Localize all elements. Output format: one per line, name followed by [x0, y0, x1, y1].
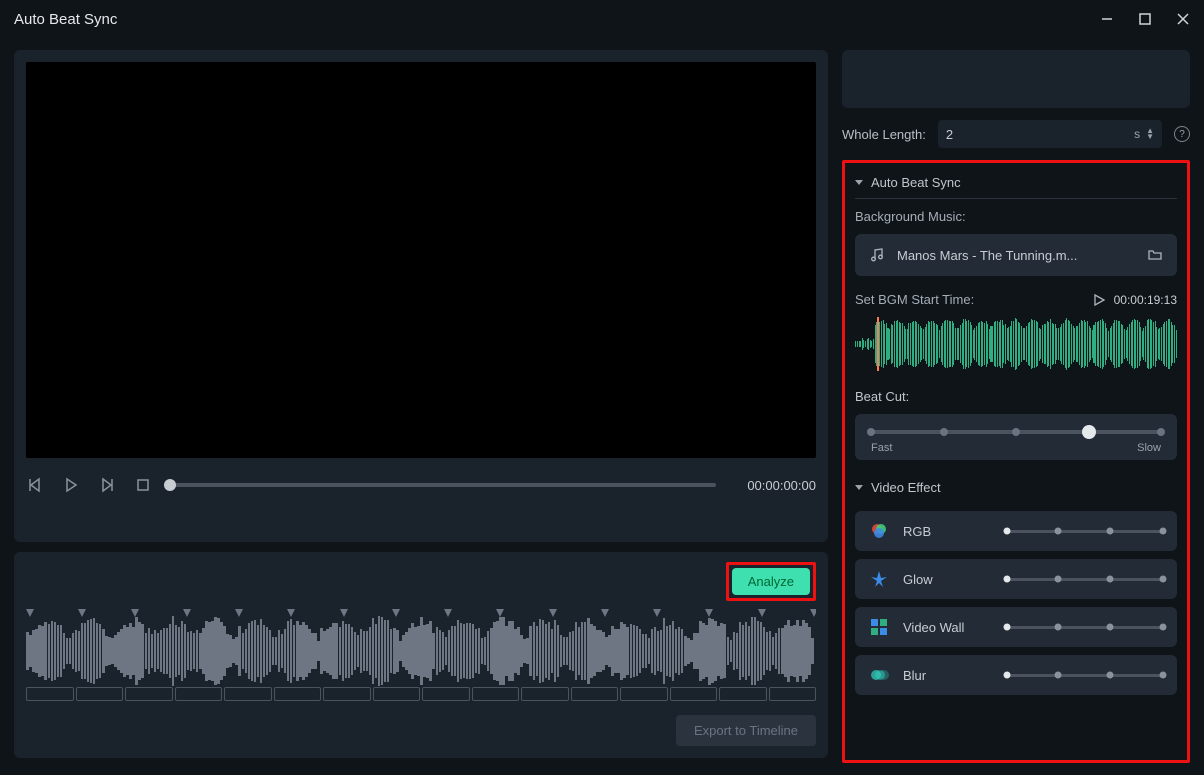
length-stepper[interactable]: ▲▼ [1146, 128, 1154, 140]
timeline-segment[interactable] [175, 687, 223, 701]
effect-name: Glow [903, 572, 993, 587]
beat-marker-icon[interactable] [653, 609, 659, 619]
timeline-segment[interactable] [422, 687, 470, 701]
whole-length-input[interactable]: 2 s ▲▼ [938, 120, 1162, 148]
timeline-segment[interactable] [719, 687, 767, 701]
timeline-segment[interactable] [620, 687, 668, 701]
preview-scrubber[interactable] [170, 483, 716, 487]
beat-marker-icon[interactable] [444, 609, 450, 619]
analyze-button[interactable]: Analyze [732, 568, 810, 595]
beat-marker-icon[interactable] [758, 609, 764, 619]
right-top-panel [842, 50, 1190, 108]
beat-marker-icon[interactable] [26, 609, 32, 619]
beat-marker-icon[interactable] [287, 609, 293, 619]
timeline-segment[interactable] [323, 687, 371, 701]
effect-name: Video Wall [903, 620, 993, 635]
effect-slider[interactable] [1007, 674, 1163, 677]
effect-slider[interactable] [1007, 626, 1163, 629]
beat-marker-icon[interactable] [549, 609, 555, 619]
beat-cut-handle[interactable] [1082, 425, 1096, 439]
window-title: Auto Beat Sync [14, 11, 117, 28]
background-music-file[interactable]: Manos Mars - The Tunning.m... [855, 234, 1177, 276]
beat-marker-icon[interactable] [601, 609, 607, 619]
video-effect-list: RGB Glow Video Wall Blur [855, 511, 1177, 695]
video-effect-item[interactable]: Blur [855, 655, 1177, 695]
beat-marker-icon[interactable] [183, 609, 189, 619]
timeline-segment[interactable] [670, 687, 718, 701]
auto-beat-sync-title: Auto Beat Sync [871, 175, 961, 190]
effect-name: Blur [903, 668, 993, 683]
preview-controls: 00:00:00:00 [26, 458, 816, 494]
whole-length-row: Whole Length: 2 s ▲▼ ? [842, 120, 1190, 148]
bgm-start-time: 00:00:19:13 [1114, 293, 1177, 307]
timeline-segment[interactable] [224, 687, 272, 701]
effect-icon [869, 521, 889, 541]
video-effect-item[interactable]: Glow [855, 559, 1177, 599]
effect-icon [869, 569, 889, 589]
whole-length-value: 2 [946, 127, 953, 142]
beat-marker-icon[interactable] [235, 609, 241, 619]
beat-slow-label: Slow [1137, 442, 1161, 454]
music-note-icon [869, 247, 885, 263]
folder-icon[interactable] [1147, 247, 1163, 263]
scrubber-handle[interactable] [164, 479, 176, 491]
video-effect-item[interactable]: Video Wall [855, 607, 1177, 647]
side-panel-highlight: Auto Beat Sync Background Music: Manos M… [842, 160, 1190, 763]
video-effect-item[interactable]: RGB [855, 511, 1177, 551]
beat-marker-icon[interactable] [78, 609, 84, 619]
beat-cut-slider[interactable] [871, 430, 1161, 434]
prev-frame-button[interactable] [26, 476, 44, 494]
bgm-waveform[interactable] [855, 317, 1177, 371]
next-frame-button[interactable] [98, 476, 116, 494]
beat-marker-icon[interactable] [810, 609, 816, 619]
beat-cut-slider-panel: Fast Slow [855, 414, 1177, 460]
effect-icon [869, 617, 889, 637]
music-file-name: Manos Mars - The Tunning.m... [897, 248, 1135, 263]
timeline-panel: Analyze Export to Timeline [14, 552, 828, 758]
whole-length-unit: s [1134, 127, 1140, 141]
stop-button[interactable] [134, 476, 152, 494]
video-effect-section-header[interactable]: Video Effect [855, 476, 1177, 503]
minimize-icon[interactable] [1100, 12, 1114, 26]
background-music-label: Background Music: [855, 209, 1177, 224]
timeline-segment[interactable] [26, 687, 74, 701]
timeline-waveform[interactable] [26, 609, 816, 701]
beat-marker-icon[interactable] [392, 609, 398, 619]
play-button[interactable] [62, 476, 80, 494]
caret-down-icon [855, 485, 863, 490]
beat-marker-icon[interactable] [340, 609, 346, 619]
video-effect-title: Video Effect [871, 480, 941, 495]
close-icon[interactable] [1176, 12, 1190, 26]
beat-fast-label: Fast [871, 442, 892, 454]
titlebar: Auto Beat Sync [0, 0, 1204, 38]
timeline-segment[interactable] [769, 687, 817, 701]
timeline-segment[interactable] [373, 687, 421, 701]
timeline-segment[interactable] [521, 687, 569, 701]
analyze-highlight: Analyze [726, 562, 816, 601]
effect-slider[interactable] [1007, 530, 1163, 533]
timeline-segment[interactable] [76, 687, 124, 701]
effect-icon [869, 665, 889, 685]
effect-name: RGB [903, 524, 993, 539]
timeline-segment[interactable] [274, 687, 322, 701]
auto-beat-sync-section-header[interactable]: Auto Beat Sync [855, 171, 1177, 199]
timeline-segment[interactable] [472, 687, 520, 701]
video-preview[interactable] [26, 62, 816, 458]
export-to-timeline-button[interactable]: Export to Timeline [676, 715, 816, 746]
help-icon[interactable]: ? [1174, 126, 1190, 142]
effect-slider[interactable] [1007, 578, 1163, 581]
whole-length-label: Whole Length: [842, 127, 926, 142]
bgm-playhead[interactable] [877, 317, 879, 371]
timeline-segment[interactable] [125, 687, 173, 701]
beat-cut-label: Beat Cut: [855, 389, 1177, 404]
set-bgm-start-label: Set BGM Start Time: [855, 292, 974, 307]
preview-panel: 00:00:00:00 [14, 50, 828, 542]
bgm-play-button[interactable] [1092, 293, 1106, 307]
caret-down-icon [855, 180, 863, 185]
window-controls [1100, 12, 1190, 26]
timeline-segment[interactable] [571, 687, 619, 701]
preview-timecode: 00:00:00:00 [734, 478, 816, 493]
maximize-icon[interactable] [1138, 12, 1152, 26]
